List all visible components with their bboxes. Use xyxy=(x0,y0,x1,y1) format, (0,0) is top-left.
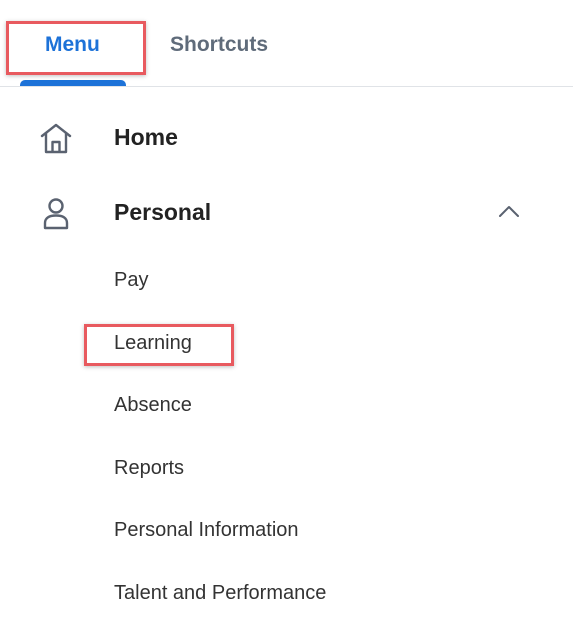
submenu-item-absence[interactable]: Absence xyxy=(114,391,192,419)
submenu-item-talent-and-performance[interactable]: Talent and Performance xyxy=(114,579,326,607)
nav-item-home[interactable]: Home xyxy=(0,115,573,159)
submenu-item-learning[interactable]: Learning xyxy=(114,329,192,357)
tab-bar: Menu Shortcuts xyxy=(0,0,573,87)
nav-item-personal-label: Personal xyxy=(114,199,212,225)
chevron-up-icon[interactable] xyxy=(496,200,522,222)
nav-item-personal[interactable]: Personal xyxy=(0,190,573,234)
submenu-item-pay[interactable]: Pay xyxy=(114,266,148,294)
tab-menu[interactable]: Menu xyxy=(45,30,100,60)
home-icon xyxy=(38,121,74,155)
tab-shortcuts[interactable]: Shortcuts xyxy=(170,30,268,60)
menu-panel: Menu Shortcuts Home Personal Pay Learnin… xyxy=(0,0,573,623)
submenu-item-personal-information[interactable]: Personal Information xyxy=(114,516,299,544)
nav-item-home-label: Home xyxy=(114,124,178,150)
submenu-item-reports[interactable]: Reports xyxy=(114,454,184,482)
active-tab-indicator xyxy=(20,80,126,86)
person-icon xyxy=(38,196,74,230)
